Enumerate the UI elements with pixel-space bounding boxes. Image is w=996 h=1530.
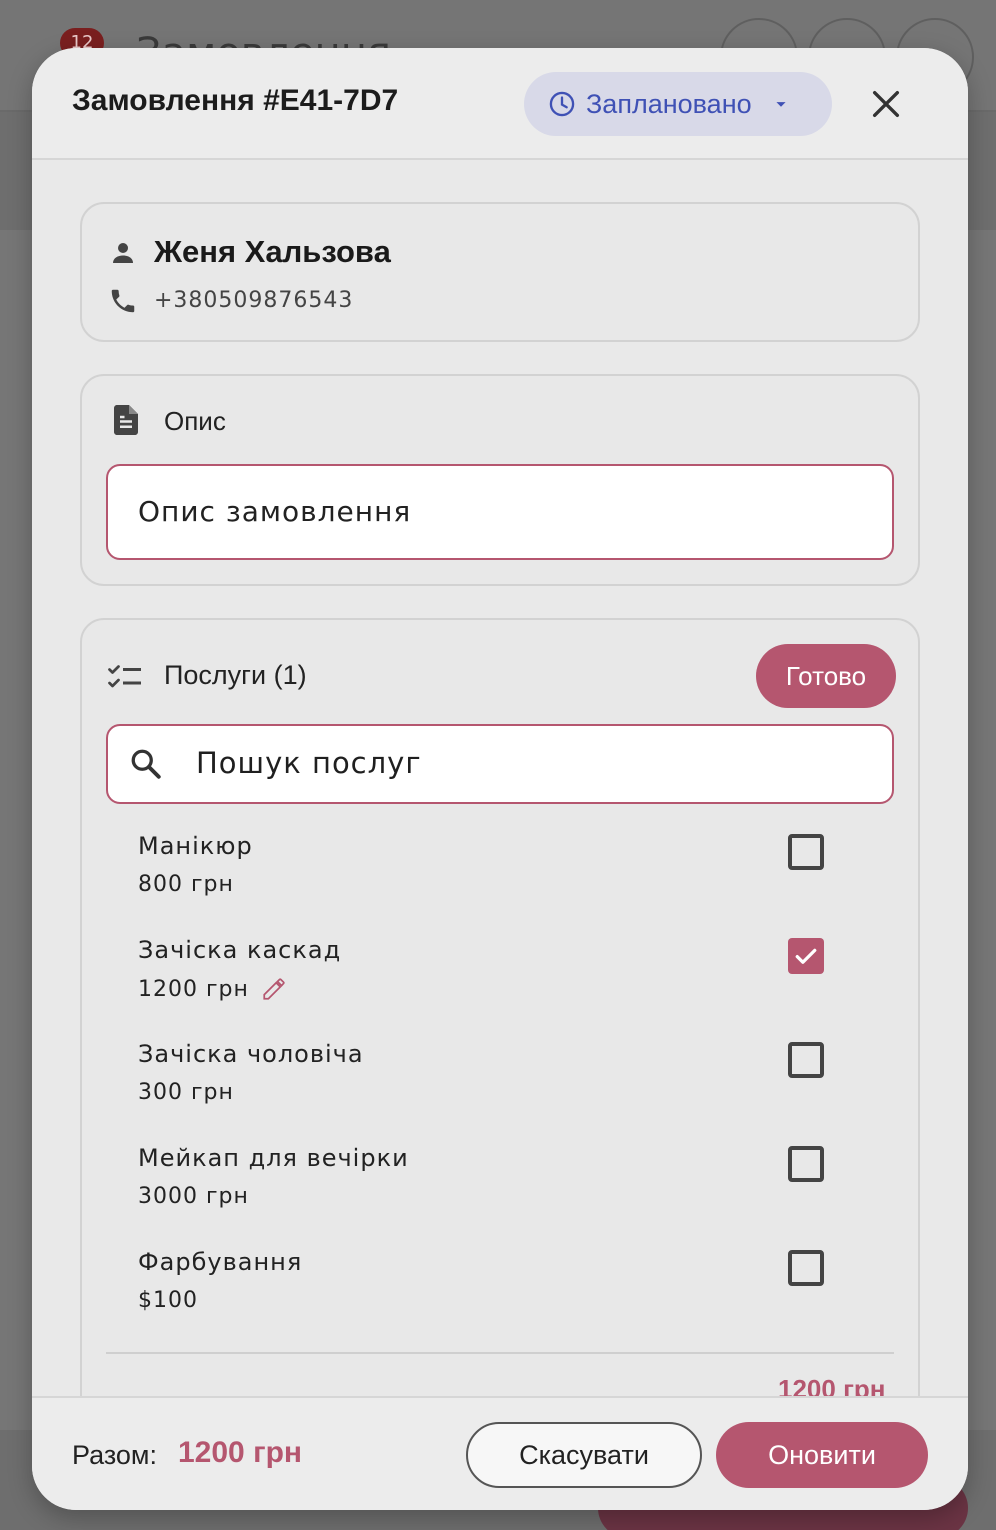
- dropdown-arrow-icon: [776, 102, 786, 107]
- edit-price-icon[interactable]: [261, 976, 287, 1002]
- total-label: Разом:: [72, 1440, 157, 1470]
- service-price: 1200 грн: [138, 976, 287, 1002]
- service-search-input[interactable]: Пошук послуг: [106, 724, 894, 804]
- service-item[interactable]: Манікюр 800 грн: [138, 832, 838, 936]
- order-dialog: Замовлення #E41-7D7 Заплановано Женя Хал…: [32, 48, 968, 1510]
- services-label: Послуги (1): [164, 660, 307, 690]
- search-icon: [131, 749, 161, 779]
- service-name: Зачіска чоловіча: [138, 1040, 364, 1068]
- service-price: 800 грн: [138, 872, 234, 897]
- service-item[interactable]: Фарбування $100: [138, 1248, 838, 1352]
- service-price-value: $100: [138, 1288, 198, 1313]
- status-label: Заплановано: [586, 88, 752, 119]
- service-price-value: 1200 грн: [138, 976, 249, 1002]
- total-value: 1200 грн: [178, 1436, 303, 1469]
- service-item[interactable]: Зачіска каскад 1200 грн: [138, 936, 838, 1040]
- service-name: Манікюр: [138, 832, 253, 860]
- clock-icon: [549, 91, 575, 117]
- service-price-value: 3000 грн: [138, 1184, 249, 1209]
- dialog-header: Замовлення #E41-7D7 Заплановано: [32, 48, 968, 160]
- service-price: 3000 грн: [138, 1184, 249, 1209]
- service-item[interactable]: Мейкап для вечірки 3000 грн: [138, 1144, 838, 1248]
- client-card: Женя Хальзова +380509876543: [80, 202, 920, 342]
- close-icon: [872, 90, 900, 118]
- services-card: Послуги (1) Готово Пошук послуг Манікюр …: [80, 618, 920, 1396]
- description-label: Опис: [164, 406, 226, 436]
- dialog-footer: Разом: 1200 грн Скасувати Оновити: [32, 1396, 968, 1510]
- description-card: Опис Опис замовлення: [80, 374, 920, 586]
- service-checkbox[interactable]: [788, 1042, 824, 1078]
- update-button[interactable]: Оновити: [716, 1422, 928, 1488]
- service-price-value: 800 грн: [138, 872, 234, 897]
- service-checkbox[interactable]: [788, 834, 824, 870]
- close-button[interactable]: [864, 82, 908, 126]
- service-name: Фарбування: [138, 1248, 303, 1276]
- service-price-value: 300 грн: [138, 1080, 234, 1105]
- service-item[interactable]: Зачіска чоловіча 300 грн: [138, 1040, 838, 1144]
- person-icon: [113, 243, 133, 263]
- cancel-button[interactable]: Скасувати: [466, 1422, 702, 1488]
- service-name: Зачіска каскад: [138, 936, 342, 964]
- done-button[interactable]: Готово: [756, 644, 896, 708]
- document-icon: [114, 405, 138, 435]
- service-price: 300 грн: [138, 1080, 234, 1105]
- phone-icon: [111, 289, 135, 313]
- service-price: $100: [138, 1288, 198, 1313]
- service-checkbox-checked[interactable]: [788, 938, 824, 974]
- service-checkbox[interactable]: [788, 1250, 824, 1286]
- service-checkbox[interactable]: [788, 1146, 824, 1182]
- search-placeholder: Пошук послуг: [196, 746, 422, 780]
- checklist-icon: [108, 665, 141, 688]
- services-subtotal: 1200 грн: [778, 1374, 886, 1396]
- service-name: Мейкап для вечірки: [138, 1144, 409, 1172]
- status-dropdown[interactable]: Заплановано: [524, 72, 832, 136]
- divider: [106, 1352, 894, 1354]
- check-icon: [795, 948, 817, 964]
- dialog-title: Замовлення #E41-7D7: [72, 84, 399, 117]
- description-input[interactable]: Опис замовлення: [106, 464, 894, 560]
- client-phone[interactable]: +380509876543: [154, 288, 353, 313]
- client-name: Женя Хальзова: [154, 234, 391, 269]
- dialog-content[interactable]: Женя Хальзова +380509876543 Опис Опис за…: [32, 160, 968, 1396]
